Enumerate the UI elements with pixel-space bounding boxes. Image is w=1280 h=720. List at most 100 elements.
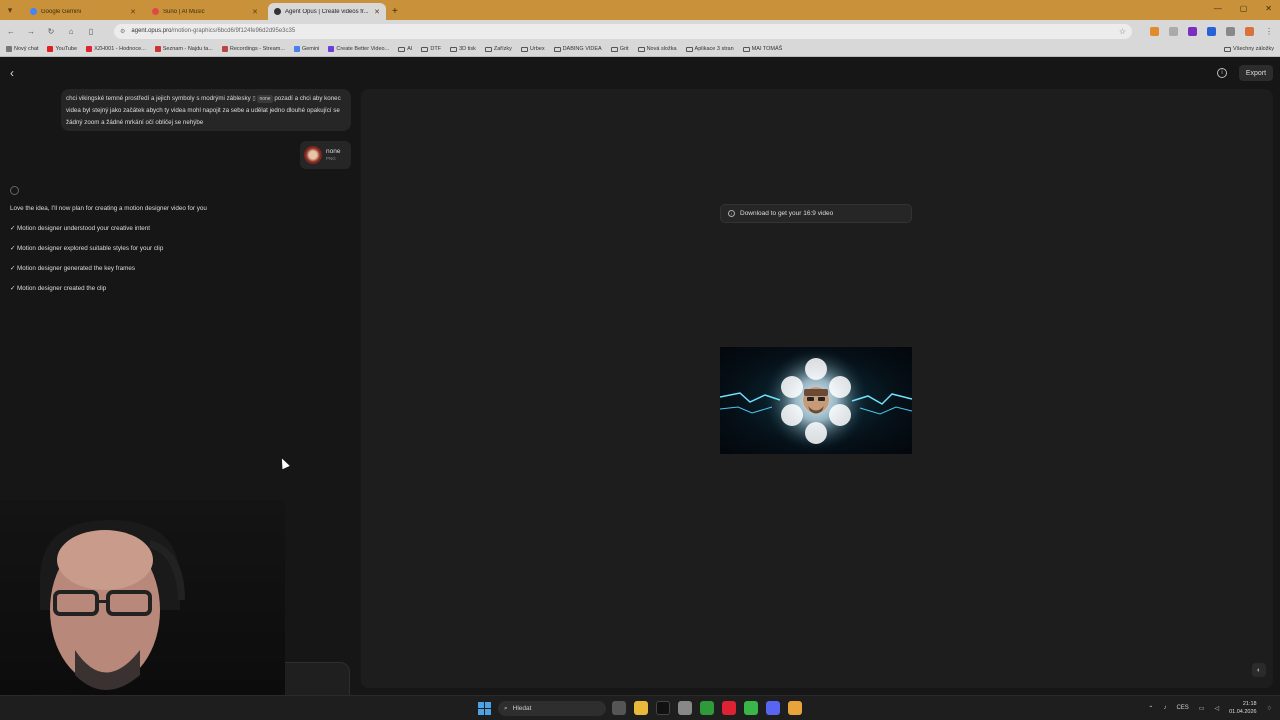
info-icon[interactable]: i <box>1217 68 1227 78</box>
app-icon[interactable] <box>722 701 736 715</box>
tab-search-icon[interactable]: ▾ <box>0 0 20 20</box>
bookmark-star-icon[interactable]: ☆ <box>1119 27 1126 36</box>
bookmark-folder[interactable]: 3D tisk <box>450 46 476 52</box>
bookmark-label: Nová složka <box>646 46 677 52</box>
step-item: ✓ Motion designer explored suitable styl… <box>10 245 164 252</box>
window-controls: — ▢ ✕ <box>1214 4 1272 13</box>
xbox-icon[interactable] <box>700 701 714 715</box>
profile-icon[interactable] <box>1245 26 1254 36</box>
extension-icon[interactable] <box>1207 26 1216 36</box>
network-icon[interactable]: ▭ <box>1199 705 1205 712</box>
reload-icon[interactable]: ↻ <box>46 27 56 36</box>
clock[interactable]: 21:18 01.04.2026 <box>1229 700 1257 716</box>
task-view-icon[interactable] <box>612 701 626 715</box>
media-player-icon[interactable] <box>744 701 758 715</box>
forward-arrow-icon[interactable]: → <box>26 27 36 36</box>
bookmark-item[interactable]: XZH001 - Hodnoce... <box>86 46 146 52</box>
extension-icon[interactable] <box>1169 26 1178 36</box>
bookmark-label: YouTube <box>55 46 78 52</box>
new-tab-button[interactable]: + <box>392 3 398 20</box>
taskbar-apps <box>612 701 802 715</box>
browser-tabstrip: ▾ Google Gemini ✕ Suno | AI Music ✕ Agen… <box>0 0 1280 20</box>
close-window-icon[interactable]: ✕ <box>1265 4 1272 13</box>
tab-suno[interactable]: Suno | AI Music ✕ <box>146 3 264 20</box>
back-chevron-icon[interactable]: ‹ <box>10 66 14 80</box>
close-tab-icon[interactable]: ✕ <box>130 8 136 16</box>
bookmark-label: AI <box>407 46 413 52</box>
agent-reply: Love the idea, I'll now plan for creatin… <box>10 205 207 212</box>
search-icon: ⌕ <box>504 704 508 712</box>
bookmark-folder[interactable]: Grit <box>610 46 629 52</box>
tab-title: Google Gemini <box>41 8 82 15</box>
bookmark-item[interactable]: Seznam - Najdu ta... <box>154 46 213 52</box>
step-item: ✓ Motion designer created the clip <box>10 285 107 292</box>
bookmark-folder[interactable]: Zařízky <box>484 46 512 52</box>
bookmark-label: Všechny záložky <box>1233 46 1274 52</box>
bookmark-item[interactable]: YouTube <box>47 46 77 52</box>
maximize-icon[interactable]: ▢ <box>1240 4 1248 13</box>
download-notice[interactable]: i Download to get your 16:9 video <box>720 204 912 223</box>
taskbar-search[interactable]: ⌕ Hledat <box>498 701 606 716</box>
file-explorer-icon[interactable] <box>634 701 648 715</box>
tab-agent-opus[interactable]: Agent Opus | Create videos fr... ✕ <box>268 3 386 20</box>
bookmark-folder[interactable]: MAI TOMÁŠ <box>742 46 783 52</box>
bookmark-folder[interactable]: Aplikace 3 stran <box>685 46 734 52</box>
folder-icon <box>742 46 750 52</box>
site-info-icon[interactable]: ⚙ <box>120 28 125 35</box>
close-tab-icon[interactable]: ✕ <box>374 8 380 16</box>
back-arrow-icon[interactable]: ← <box>6 27 16 36</box>
download-notice-text: Download to get your 16:9 video <box>740 210 834 217</box>
chrome-icon[interactable] <box>788 701 802 715</box>
clock-date: 01.04.2026 <box>1229 709 1257 715</box>
bookmark-item[interactable]: Nový chat <box>6 46 38 52</box>
minimize-icon[interactable]: — <box>1214 4 1222 13</box>
microphone-icon[interactable]: ♪ <box>1163 705 1166 711</box>
bookmark-folder[interactable]: DABING VIDEA <box>553 46 602 52</box>
url-host: agent.opus.pro <box>131 28 172 34</box>
bookmark-label: DABING VIDEA <box>562 46 602 52</box>
video-thumbnail[interactable] <box>720 347 912 454</box>
address-bar[interactable]: ⚙ agent.opus.pro /motion-graphics/6bcd6/… <box>114 23 1132 39</box>
user-message-text: chci vikingské temné prostředí a jejich … <box>66 95 251 102</box>
agent-avatar-icon <box>10 186 19 195</box>
language-indicator[interactable]: CES <box>1176 705 1188 711</box>
browser-toolbar: ← → ↻ ⌂ ▯ ⚙ agent.opus.pro /motion-graph… <box>0 20 1280 42</box>
suno-favicon-icon <box>152 8 159 15</box>
sidebar-icon[interactable]: ▯ <box>86 27 96 36</box>
bookmark-folder[interactable]: Nová složka <box>637 46 677 52</box>
video-preview-panel: i Download to get your 16:9 video ◐ <box>361 89 1273 688</box>
discord-icon[interactable] <box>766 701 780 715</box>
file-icon: ▯ <box>252 96 256 102</box>
bookmark-label: Seznam - Najdu ta... <box>162 46 213 52</box>
extension-icon[interactable] <box>1150 26 1159 36</box>
bookmark-label: MAI TOMÁŠ <box>751 46 783 52</box>
volume-icon[interactable]: ◁ <box>1214 705 1219 712</box>
bookmark-label: XZH001 - Hodnoce... <box>94 46 146 52</box>
tray-chevron-icon[interactable]: ⌃ <box>1148 705 1153 712</box>
folder-icon <box>398 46 406 52</box>
tab-google-gemini[interactable]: Google Gemini ✕ <box>24 3 142 20</box>
notifications-bell-icon[interactable]: ♢ <box>1267 705 1272 712</box>
folder-icon <box>520 46 528 52</box>
windows-start-icon[interactable] <box>478 702 491 715</box>
bookmark-item[interactable]: Create Better Video... <box>328 46 389 52</box>
attachment-card[interactable]: none PNG <box>300 141 351 169</box>
menu-dots-icon[interactable]: ⋮ <box>1264 27 1274 36</box>
bookmark-folder[interactable]: Urbex <box>520 46 545 52</box>
bookmark-item[interactable]: Recordings - Stream... <box>221 46 285 52</box>
home-icon[interactable]: ⌂ <box>66 27 76 36</box>
folder-icon <box>1224 46 1232 52</box>
bookmark-folder[interactable]: AI <box>398 46 412 52</box>
support-headset-icon[interactable]: ◐ <box>1252 663 1266 677</box>
export-button[interactable]: Export <box>1239 65 1273 81</box>
screen: { "browser": { "tabs": [ {"title": "Goog… <box>0 0 1280 720</box>
bookmark-item[interactable]: Gemini <box>293 46 319 52</box>
extension-icon[interactable] <box>1188 26 1197 36</box>
extensions-puzzle-icon[interactable] <box>1226 26 1235 36</box>
settings-gear-icon[interactable] <box>678 701 692 715</box>
tiktok-icon[interactable] <box>656 701 670 715</box>
taskbar-search-label: Hledat <box>512 705 532 712</box>
all-bookmarks-folder[interactable]: Všechny záložky <box>1224 46 1274 52</box>
close-tab-icon[interactable]: ✕ <box>252 8 258 16</box>
bookmark-folder[interactable]: DTF <box>421 46 441 52</box>
